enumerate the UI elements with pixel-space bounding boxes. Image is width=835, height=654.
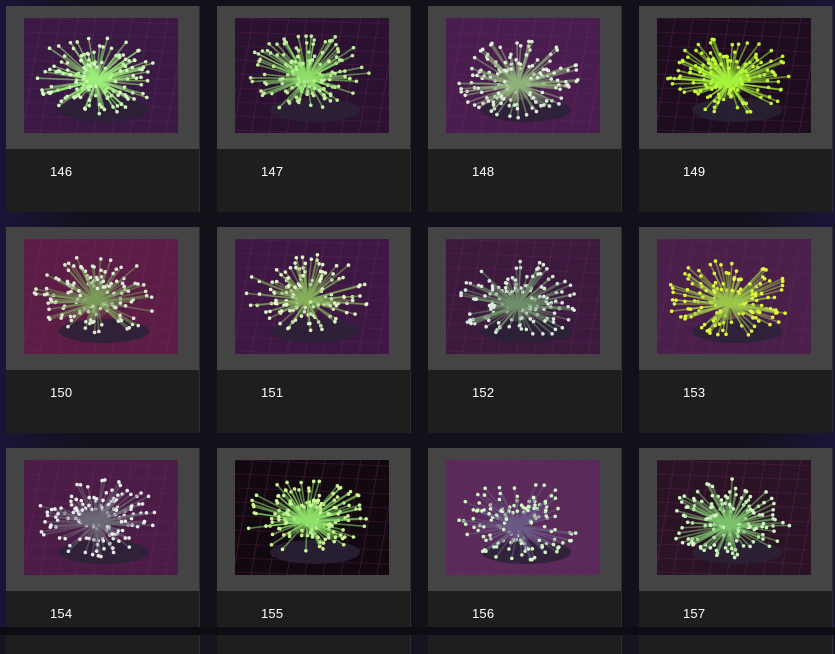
coral-photo[interactable]: [446, 239, 600, 354]
coral-photo[interactable]: [24, 18, 178, 133]
thumbnail-frame: [428, 227, 622, 370]
coral-photo[interactable]: [24, 460, 178, 575]
item-number[interactable]: 146: [50, 164, 72, 179]
item-number[interactable]: 156: [472, 606, 494, 621]
coral-photo[interactable]: [235, 460, 389, 575]
gallery-card[interactable]: 149: [639, 6, 833, 212]
gallery-card[interactable]: 157: [639, 448, 833, 654]
coral-gallery-grid: 146 147 148 149 150 151 152: [6, 6, 833, 654]
gallery-card[interactable]: 150: [6, 227, 200, 433]
coral-photo[interactable]: [235, 18, 389, 133]
item-number[interactable]: 155: [261, 606, 283, 621]
thumbnail-frame: [217, 6, 411, 149]
thumbnail-frame: [217, 227, 411, 370]
gallery-card[interactable]: 154: [6, 448, 200, 654]
thumbnail-frame: [639, 6, 833, 149]
thumbnail-frame: [217, 448, 411, 591]
coral-photo[interactable]: [657, 239, 811, 354]
item-number[interactable]: 154: [50, 606, 72, 621]
coral-photo[interactable]: [657, 18, 811, 133]
coral-photo[interactable]: [24, 239, 178, 354]
coral-photo[interactable]: [235, 239, 389, 354]
thumbnail-frame: [6, 6, 200, 149]
gallery-card[interactable]: 155: [217, 448, 411, 654]
thumbnail-frame: [6, 227, 200, 370]
thumbnail-frame: [6, 448, 200, 591]
coral-photo[interactable]: [446, 18, 600, 133]
item-number[interactable]: 150: [50, 385, 72, 400]
gallery-card[interactable]: 148: [428, 6, 622, 212]
coral-photo[interactable]: [657, 460, 811, 575]
item-number[interactable]: 153: [683, 385, 705, 400]
item-number[interactable]: 147: [261, 164, 283, 179]
gallery-card[interactable]: 153: [639, 227, 833, 433]
item-number[interactable]: 151: [261, 385, 283, 400]
thumbnail-frame: [428, 448, 622, 591]
coral-photo[interactable]: [446, 460, 600, 575]
item-number[interactable]: 152: [472, 385, 494, 400]
gallery-card[interactable]: 147: [217, 6, 411, 212]
item-number[interactable]: 148: [472, 164, 494, 179]
item-number[interactable]: 149: [683, 164, 705, 179]
thumbnail-frame: [639, 448, 833, 591]
thumbnail-frame: [428, 6, 622, 149]
thumbnail-frame: [639, 227, 833, 370]
gallery-card[interactable]: 146: [6, 6, 200, 212]
gallery-card[interactable]: 151: [217, 227, 411, 433]
item-number[interactable]: 157: [683, 606, 705, 621]
gallery-card[interactable]: 152: [428, 227, 622, 433]
gallery-card[interactable]: 156: [428, 448, 622, 654]
bottom-scroll-edge: [0, 627, 835, 635]
